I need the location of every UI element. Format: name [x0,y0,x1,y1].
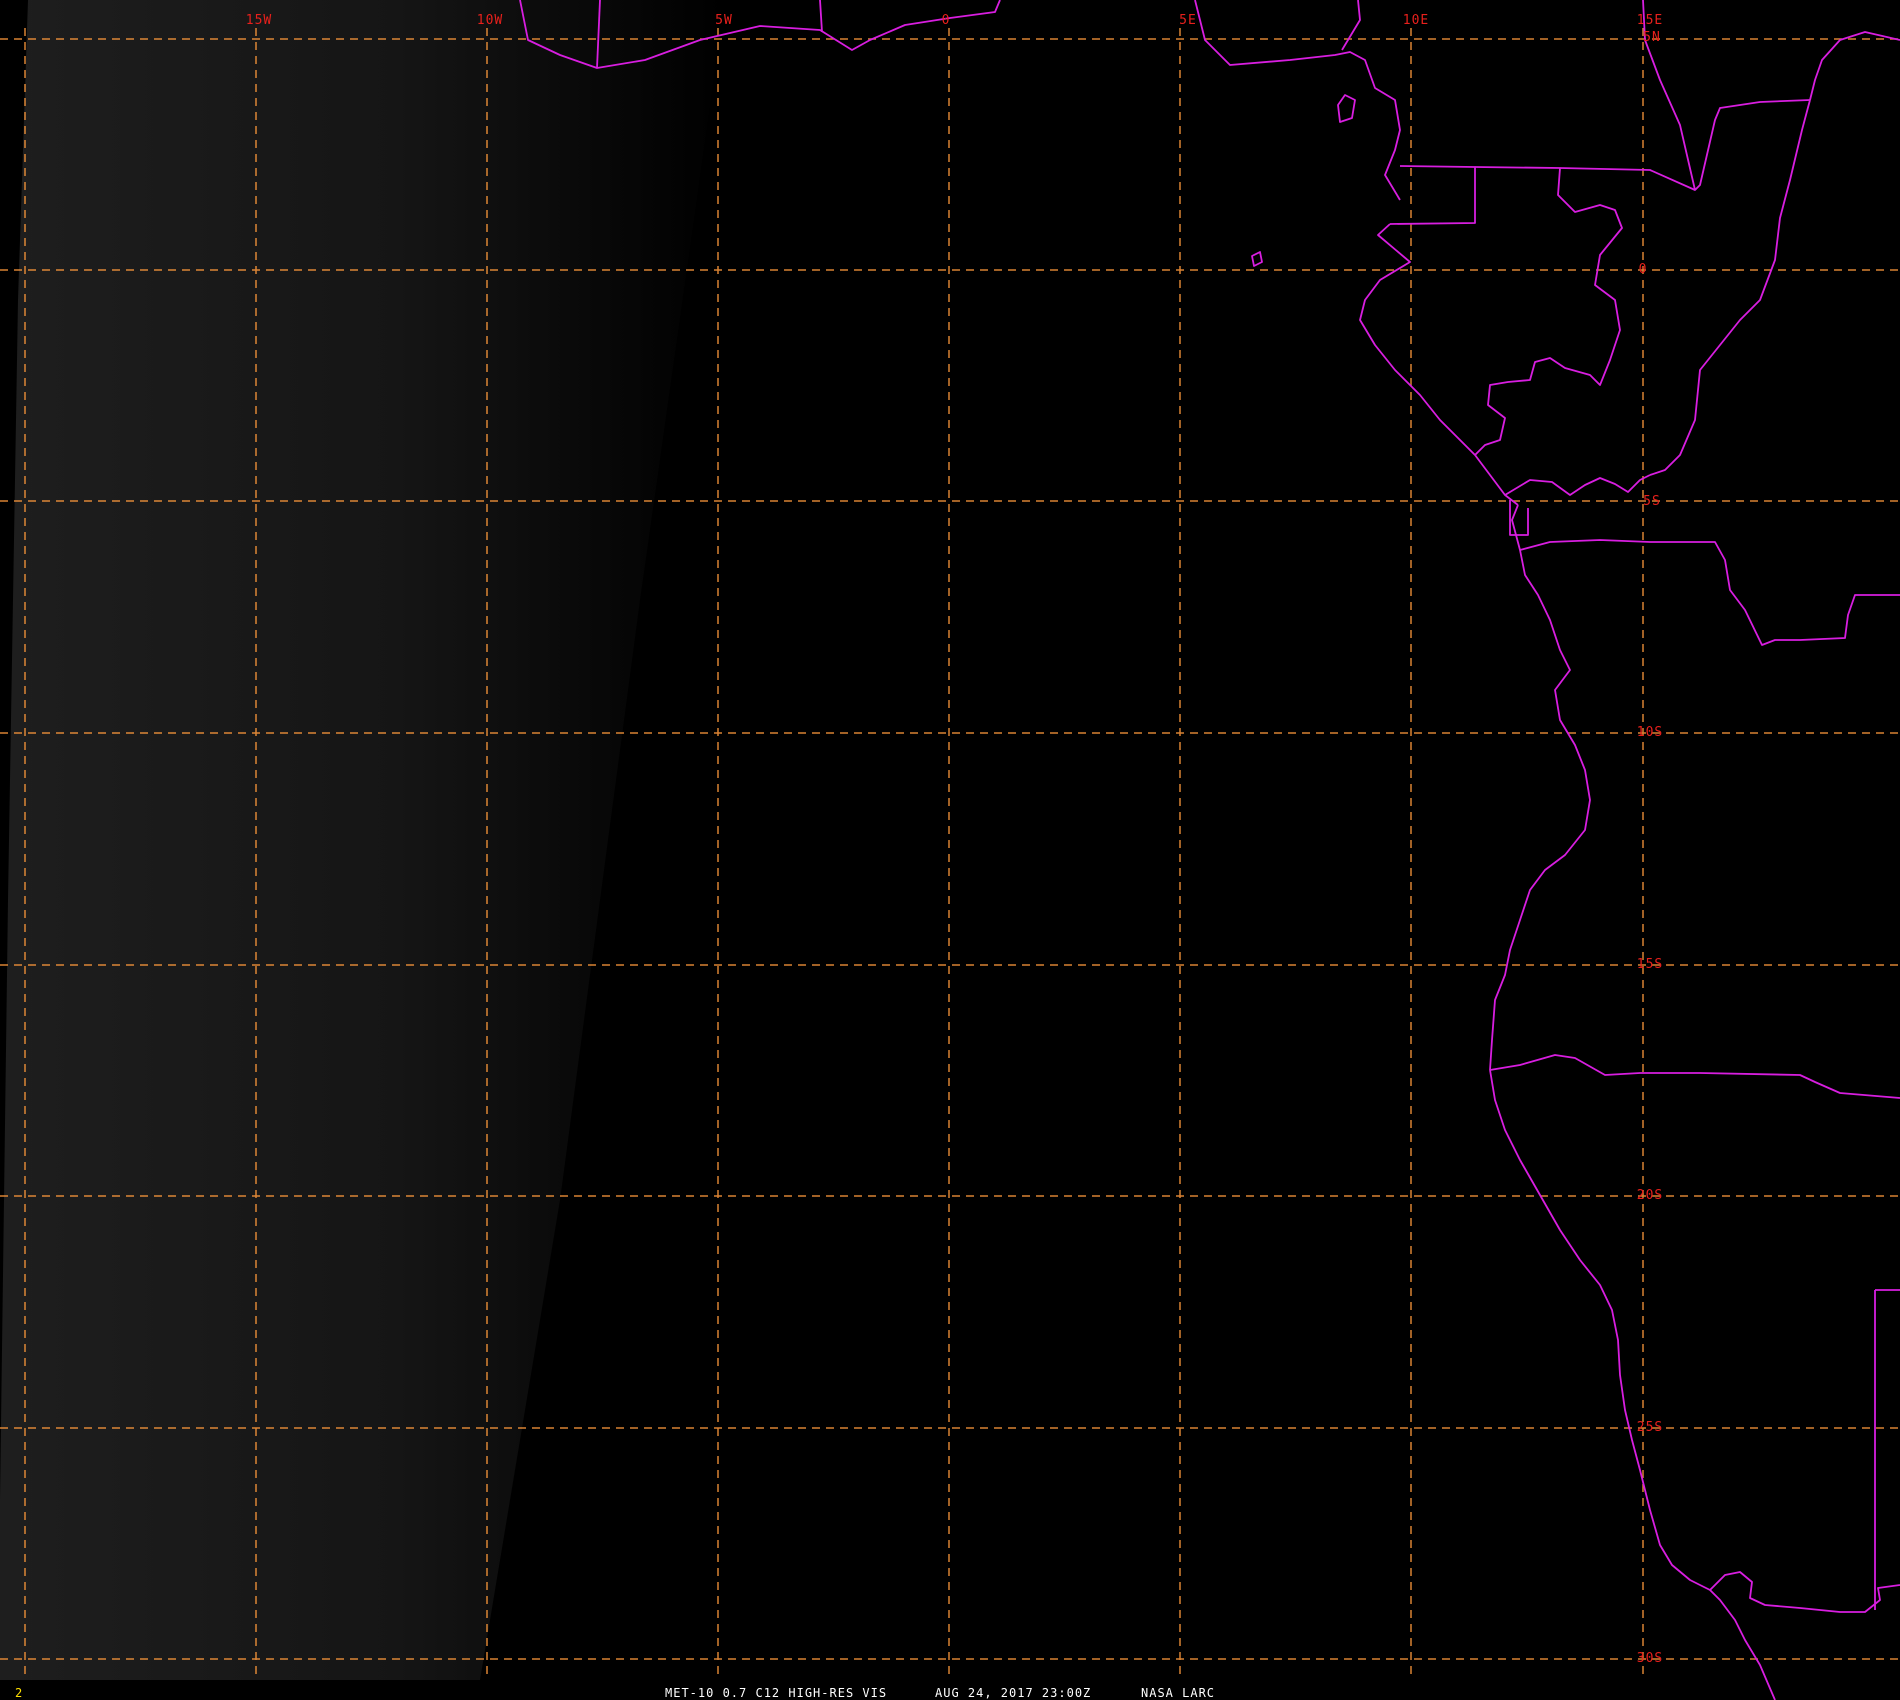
lat-label-30s: 30S [1637,1651,1663,1666]
lat-label-10s: 10S [1637,725,1663,740]
frame-number: 2 [15,1686,22,1700]
lon-label-5w: 5W [715,13,733,28]
lat-label-25s: 25S [1637,1420,1663,1435]
lon-label-15w: 15W [246,13,272,28]
caption-source: NASA LARC [1141,1686,1215,1700]
lat-label-5s: 5S [1643,494,1661,509]
lon-label-0: 0 [942,13,951,28]
lon-label-10w: 10W [477,13,503,28]
lat-label-20s: 20S [1637,1188,1663,1203]
lon-label-15e: 15E [1637,13,1663,28]
caption-datetime: AUG 24, 2017 23:00Z [935,1686,1091,1700]
lat-label-15s: 15S [1637,957,1663,972]
lat-label-0: 0 [1639,262,1648,277]
lon-label-5e: 5E [1179,13,1197,28]
lat-label-5n: 5N [1643,30,1661,45]
caption-satellite: MET-10 0.7 C12 HIGH-RES VIS [665,1686,887,1700]
lon-label-10e: 10E [1403,13,1429,28]
satellite-map: 15W 10W 5W 0 5E 10E 15E 5N 0 5S 10S 15S … [0,0,1900,1700]
